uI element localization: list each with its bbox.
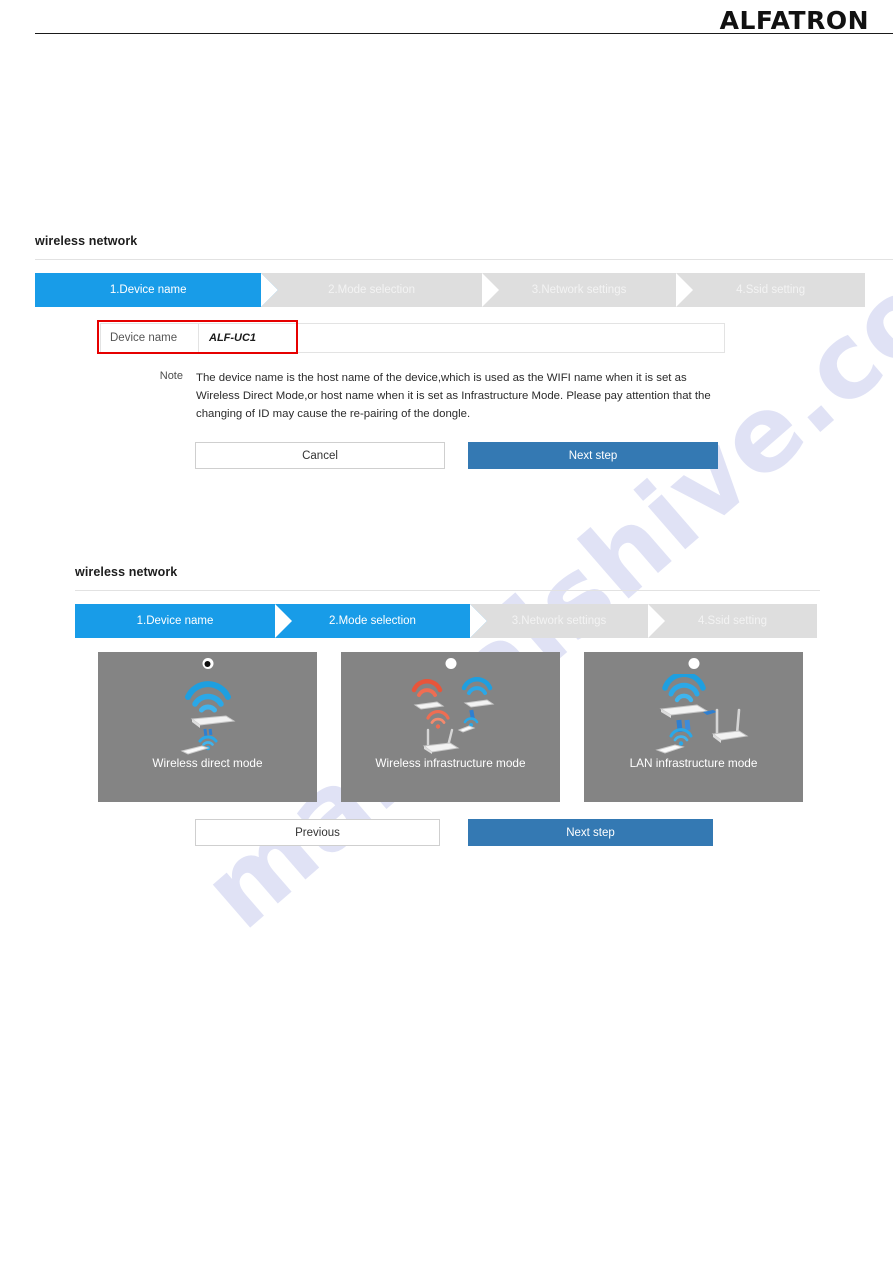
mode-card-wireless-direct[interactable]: Wireless direct mode — [98, 652, 317, 802]
wireless-infrastructure-illustration-icon — [341, 674, 560, 756]
section-two-divider — [75, 590, 820, 591]
section-one-divider — [35, 259, 893, 260]
cancel-button[interactable]: Cancel — [195, 442, 445, 469]
step-network-settings-label: 3.Network settings — [531, 284, 627, 296]
mode-card-wireless-direct-label: Wireless direct mode — [152, 756, 263, 770]
step-notch-icon — [261, 273, 279, 307]
step-notch-icon — [648, 604, 665, 638]
step-notch-icon — [676, 273, 694, 307]
page-header: ALFATRON — [0, 0, 893, 40]
section-two-title: wireless network — [75, 565, 178, 579]
step-ssid-setting[interactable]: 4.Ssid setting — [648, 604, 817, 638]
alfatron-logo: ALFATRON — [719, 6, 869, 35]
section-one-actions: Cancel Next step — [195, 442, 893, 469]
step-mode-selection-label: 2.Mode selection — [328, 284, 416, 296]
wireless-network-step1-panel: wireless network 1.Device name 2.Mode se… — [35, 234, 893, 469]
radio-lan-infrastructure[interactable] — [688, 658, 699, 669]
device-name-note: Note The device name is the host name of… — [138, 369, 728, 423]
step-device-name[interactable]: 1.Device name — [75, 604, 292, 638]
mode-card-wireless-infrastructure-label: Wireless infrastructure mode — [375, 756, 526, 770]
step-device-name-label: 1.Device name — [136, 615, 214, 627]
device-name-input[interactable]: ALF-UC1 — [199, 324, 724, 352]
mode-card-lan-infrastructure-label: LAN infrastructure mode — [629, 756, 758, 770]
mode-card-lan-infrastructure[interactable]: LAN infrastructure mode — [584, 652, 803, 802]
note-label: Note — [159, 370, 183, 382]
device-name-row: Device name ALF-UC1 — [100, 323, 725, 353]
step-notch-icon — [275, 604, 292, 638]
device-name-field-wrapper: Device name ALF-UC1 — [97, 320, 725, 354]
lan-infrastructure-illustration-icon — [584, 674, 803, 756]
step-network-settings-label: 3.Network settings — [511, 615, 607, 627]
device-name-label: Device name — [101, 324, 199, 352]
step-device-name[interactable]: 1.Device name — [35, 273, 279, 307]
radio-wireless-infrastructure[interactable] — [445, 658, 456, 669]
radio-dot-icon — [204, 660, 211, 667]
step-ssid-setting-label: 4.Ssid setting — [697, 615, 768, 627]
section-two-actions: Previous Next step — [195, 819, 820, 846]
next-step-button[interactable]: Next step — [468, 442, 718, 469]
mode-selection-cards: Wireless direct mode Wireless infrastruc… — [98, 652, 820, 802]
step-ssid-setting[interactable]: 4.Ssid setting — [676, 273, 865, 307]
section-one-stepper: 1.Device name 2.Mode selection 3.Network… — [35, 273, 865, 307]
step-mode-selection[interactable]: 2.Mode selection — [275, 604, 487, 638]
header-divider — [35, 33, 893, 34]
step-mode-selection[interactable]: 2.Mode selection — [261, 273, 499, 307]
section-one-title: wireless network — [35, 234, 138, 248]
note-text: The device name is the host name of the … — [196, 372, 711, 420]
section-two-stepper: 1.Device name 2.Mode selection 3.Network… — [75, 604, 817, 638]
step-network-settings[interactable]: 3.Network settings — [470, 604, 665, 638]
wireless-direct-illustration-icon — [98, 674, 317, 756]
mode-card-wireless-infrastructure[interactable]: Wireless infrastructure mode — [341, 652, 560, 802]
step-device-name-label: 1.Device name — [109, 284, 187, 296]
step-network-settings[interactable]: 3.Network settings — [481, 273, 694, 307]
next-step-button[interactable]: Next step — [468, 819, 713, 846]
step-notch-icon — [470, 604, 487, 638]
step-ssid-setting-label: 4.Ssid setting — [736, 284, 806, 296]
wireless-network-step2-panel: wireless network 1.Device name 2.Mode se… — [75, 565, 820, 846]
previous-button[interactable]: Previous — [195, 819, 440, 846]
radio-wireless-direct[interactable] — [202, 658, 213, 669]
step-mode-selection-label: 2.Mode selection — [329, 615, 416, 627]
step-notch-icon — [481, 273, 499, 307]
